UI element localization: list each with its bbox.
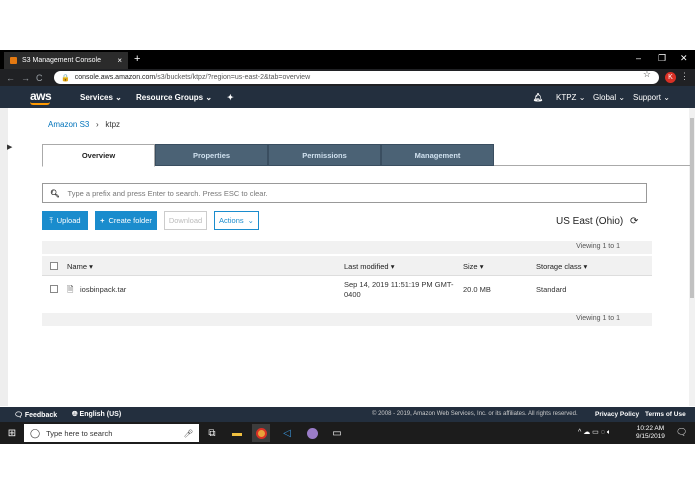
- aws-logo-smile: [30, 102, 50, 105]
- bucket-region-label: US East (Ohio): [556, 216, 624, 227]
- sort-icon: ▾: [89, 262, 93, 271]
- bucket-tabs: Overview Properties Permissions Manageme…: [42, 143, 690, 167]
- aws-favicon-icon: [10, 57, 17, 64]
- address-bar[interactable]: 🔒 console.aws.amazon.com/s3/buckets/ktpz…: [54, 71, 659, 84]
- browser-tab[interactable]: S3 Management Console ×: [4, 52, 128, 69]
- chevron-down-icon: ⌄: [205, 93, 213, 102]
- upload-icon: ⤒: [49, 215, 53, 225]
- breadcrumb-bucket: ktpz: [105, 120, 121, 129]
- lock-icon: 🔒: [61, 74, 70, 82]
- pagination-top: Viewing 1 to 1: [42, 241, 652, 254]
- terminal-icon[interactable]: ▭: [328, 424, 346, 442]
- taskbar-clock[interactable]: 10:22 AM 9/15/2019: [636, 425, 665, 441]
- scrollbar-thumb[interactable]: [690, 118, 694, 298]
- copyright-text: © 2008 - 2019, Amazon Web Services, Inc.…: [372, 411, 578, 417]
- search-placeholder: Type a prefix and press Enter to search.…: [67, 188, 268, 198]
- taskbar-search[interactable]: ◯ Type here to search 🎤︎: [24, 424, 199, 442]
- minimize-button[interactable]: –: [636, 53, 641, 63]
- profile-avatar[interactable]: K: [665, 72, 676, 83]
- object-last-modified: Sep 14, 2019 11:51:19 PM GMT- 0400: [344, 280, 454, 299]
- file-icon: 🗎: [67, 285, 74, 294]
- vscode-icon[interactable]: ◁: [278, 424, 296, 442]
- chevron-down-icon: ⌄: [578, 93, 586, 102]
- breadcrumb-amazon-s3[interactable]: Amazon S3: [48, 120, 89, 129]
- app-icon[interactable]: [303, 424, 321, 442]
- upload-button[interactable]: ⤒ Upload: [42, 211, 88, 230]
- back-icon[interactable]: ←: [6, 73, 15, 83]
- chrome-icon[interactable]: [252, 424, 270, 442]
- close-window-button[interactable]: ✕: [680, 53, 688, 64]
- file-explorer-icon[interactable]: ▬: [228, 424, 246, 442]
- system-tray-icons[interactable]: ^ ☁ ▭ ◌ 🔈︎: [578, 428, 611, 437]
- expand-side-panel-icon[interactable]: ▶: [7, 143, 12, 151]
- column-size[interactable]: Size ▾: [463, 262, 483, 271]
- create-folder-button[interactable]: + Create folder: [95, 211, 157, 230]
- chevron-down-icon: ⌄: [115, 93, 122, 102]
- tab-properties[interactable]: Properties: [155, 144, 268, 166]
- sort-icon: ▾: [479, 262, 484, 271]
- browser-tab-title: S3 Management Console: [22, 57, 101, 64]
- viewing-count: Viewing 1 to 1: [576, 315, 620, 322]
- support-menu[interactable]: Support ⌄: [633, 93, 670, 102]
- table-row[interactable]: 🗎 iosbinpack.tar Sep 14, 2019 11:51:19 P…: [42, 277, 652, 307]
- forward-icon[interactable]: →: [21, 73, 30, 83]
- privacy-policy-link[interactable]: Privacy Policy: [595, 411, 639, 418]
- sort-icon: ▾: [583, 262, 588, 271]
- table-header: Name ▾ Last modified ▾ Size ▾ Storage cl…: [42, 256, 652, 276]
- object-size: 20.0 MB: [463, 285, 491, 294]
- account-menu[interactable]: KTPZ ⌄: [556, 93, 585, 102]
- bell-icon[interactable]: 🔔︎: [533, 93, 543, 102]
- cortana-icon: ◯: [30, 427, 41, 438]
- breadcrumb: Amazon S3 › ktpz: [48, 120, 120, 129]
- sort-icon: ▾: [390, 262, 395, 271]
- download-button[interactable]: Download: [164, 211, 207, 230]
- search-icon: 🔍︎: [50, 188, 60, 198]
- chevron-down-icon: ⌄: [663, 93, 670, 102]
- resource-groups-menu[interactable]: Resource Groups ⌄: [136, 93, 212, 102]
- browser-toolbar: ← → C 🔒 console.aws.amazon.com/s3/bucket…: [0, 69, 695, 86]
- object-storage-class: Standard: [536, 285, 567, 294]
- prefix-search-input[interactable]: 🔍︎ Type a prefix and press Enter to sear…: [42, 183, 647, 203]
- url-host: console.aws.amazon.com: [74, 74, 156, 81]
- aws-top-nav: aws Services ⌄ Resource Groups ⌄ ✦ 🔔︎ KT…: [0, 86, 695, 108]
- aws-logo[interactable]: aws: [30, 89, 52, 103]
- row-checkbox[interactable]: [50, 285, 58, 293]
- actions-button[interactable]: Actions ⌄: [214, 211, 259, 230]
- tab-management[interactable]: Management: [381, 144, 494, 166]
- tab-permissions[interactable]: Permissions: [268, 144, 381, 166]
- language-selector[interactable]: 🌐︎ English (US): [72, 411, 121, 419]
- maximize-button[interactable]: ❐: [658, 53, 666, 64]
- bookmark-star-icon[interactable]: ☆: [643, 69, 651, 80]
- windows-start-icon[interactable]: ⊞: [3, 424, 21, 442]
- select-all-checkbox[interactable]: [50, 262, 58, 270]
- terms-of-use-link[interactable]: Terms of Use: [645, 411, 686, 418]
- browser-menu-icon[interactable]: ⋮: [680, 71, 689, 82]
- column-storage-class[interactable]: Storage class ▾: [536, 262, 587, 271]
- column-name[interactable]: Name ▾: [67, 262, 93, 271]
- refresh-icon[interactable]: ⟳: [630, 216, 638, 227]
- console-footer: 🗨︎ Feedback 🌐︎ English (US) © 2008 - 201…: [0, 407, 695, 422]
- close-tab-icon[interactable]: ×: [117, 56, 122, 65]
- new-tab-button[interactable]: +: [134, 53, 140, 65]
- feedback-link[interactable]: 🗨︎ Feedback: [14, 411, 57, 419]
- url-path: /s3/buckets/ktpz/?region=us-east-2&tab=o…: [155, 74, 311, 81]
- reload-icon[interactable]: C: [36, 73, 43, 83]
- viewing-count: Viewing 1 to 1: [576, 243, 620, 250]
- task-view-icon[interactable]: ⧉: [203, 424, 221, 442]
- notifications-icon[interactable]: 🗨︎: [676, 427, 687, 438]
- windows-taskbar: ⊞ ◯ Type here to search 🎤︎ ⧉ ▬ ◁ ▭ ^ ☁ ▭…: [0, 422, 695, 444]
- microphone-icon: 🎤︎: [183, 428, 193, 438]
- region-menu[interactable]: Global ⌄: [593, 93, 625, 102]
- side-panel-strip: [0, 108, 8, 406]
- tab-overview[interactable]: Overview: [42, 144, 155, 167]
- pin-icon[interactable]: ✦: [227, 93, 234, 102]
- breadcrumb-separator: ›: [96, 120, 99, 129]
- plus-icon: +: [100, 216, 105, 225]
- services-menu[interactable]: Services ⌄: [80, 93, 122, 102]
- object-name-link[interactable]: iosbinpack.tar: [80, 285, 126, 294]
- chevron-down-icon: ⌄: [618, 93, 626, 102]
- column-last-modified[interactable]: Last modified ▾: [344, 262, 394, 271]
- pagination-bottom: Viewing 1 to 1: [42, 313, 652, 326]
- chevron-down-icon: ⌄: [247, 216, 254, 225]
